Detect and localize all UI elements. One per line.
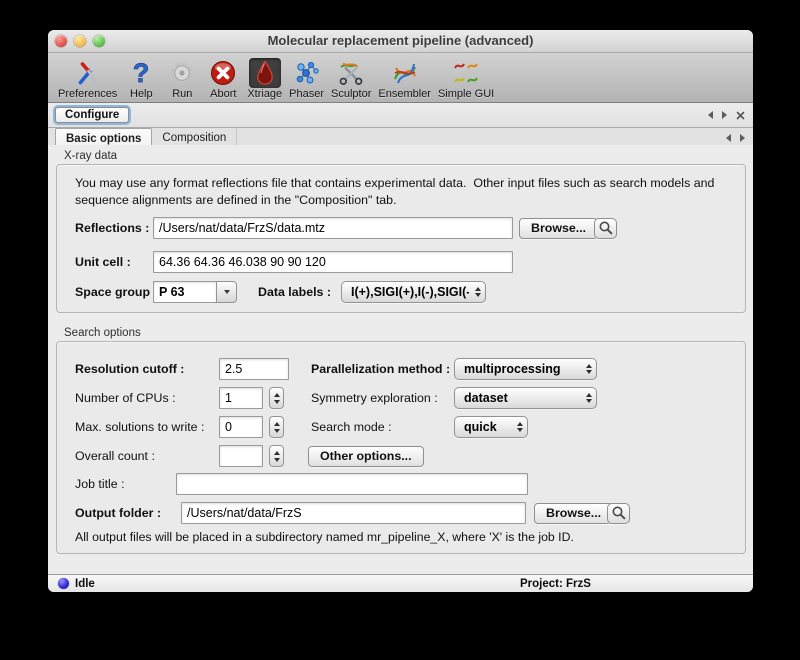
project-label: Project: FrzS	[520, 578, 591, 590]
tools-icon	[72, 58, 104, 88]
toolbar-item-label: Phaser	[289, 88, 324, 100]
reflections-label: Reflections :	[75, 217, 149, 239]
symmetry-exploration-popup[interactable]: dataset	[454, 387, 597, 409]
document-tab-bar: Configure	[48, 103, 753, 128]
space-group-combobox[interactable]: P 63	[153, 281, 237, 303]
magnifier-icon	[598, 220, 614, 236]
other-options-button[interactable]: Other options...	[308, 446, 424, 467]
unit-cell-input[interactable]	[153, 251, 513, 273]
overall-count-stepper[interactable]	[269, 445, 284, 467]
max-solutions-input[interactable]	[219, 416, 263, 438]
help-icon: ?	[125, 58, 157, 88]
search-mode-popup[interactable]: quick	[454, 416, 528, 438]
document-tab-configure[interactable]: Configure	[55, 107, 129, 123]
mini-ribbons-icon	[450, 58, 482, 88]
abort-icon	[207, 58, 239, 88]
toolbar-item-label: Simple GUI	[438, 88, 494, 100]
app-window: Molecular replacement pipeline (advanced…	[48, 30, 753, 592]
resolution-cutoff-label: Resolution cutoff :	[75, 358, 184, 380]
job-title-label: Job title :	[75, 473, 125, 495]
toolbar-item-abort[interactable]: Abort	[206, 58, 240, 100]
search-mode-label: Search mode :	[311, 416, 392, 438]
xray-description-line1: You may use any format reflections file …	[75, 175, 714, 192]
number-of-cpus-label: Number of CPUs :	[75, 387, 176, 409]
toolbar-item-run[interactable]: Run	[165, 58, 199, 100]
chevron-down-icon[interactable]	[216, 281, 237, 303]
output-folder-label: Output folder :	[75, 502, 161, 524]
max-solutions-stepper[interactable]	[269, 416, 284, 438]
toolbar-item-phaser[interactable]: Phaser	[289, 58, 324, 100]
parallelization-method-popup[interactable]: multiprocessing	[454, 358, 597, 380]
xray-description-line2: sequence alignments are defined in the "…	[75, 192, 397, 209]
basic-options-panel: X-ray data You may use any format reflec…	[48, 145, 753, 575]
toolbar-item-label: Ensembler	[378, 88, 431, 100]
status-text: Idle	[75, 578, 95, 590]
number-of-cpus-stepper[interactable]	[269, 387, 284, 409]
updown-arrows-icon	[475, 287, 481, 297]
output-folder-input[interactable]	[181, 502, 526, 524]
close-tab-icon[interactable]	[736, 111, 745, 120]
xray-group-box: You may use any format reflections file …	[56, 164, 746, 313]
toolbar-item-sculptor[interactable]: Sculptor	[331, 58, 371, 100]
data-labels-popup[interactable]: I(+),SIGI(+),I(-),SIGI(-)	[341, 281, 486, 303]
toolbar-item-label: Help	[130, 88, 153, 100]
search-mode-value: quick	[464, 420, 511, 434]
scroll-tabs-right-icon[interactable]	[722, 111, 727, 119]
toolbar: Preferences ? Help Run	[48, 53, 753, 103]
magnifier-icon	[611, 505, 627, 521]
output-folder-view-button[interactable]	[607, 503, 630, 524]
toolbar-item-label: Sculptor	[331, 88, 371, 100]
space-group-label: Space group :	[75, 281, 158, 303]
unit-cell-label: Unit cell :	[75, 251, 131, 273]
space-group-value: P 63	[153, 281, 217, 303]
droplet-icon	[249, 58, 281, 88]
svg-text:?: ?	[133, 59, 150, 87]
symmetry-exploration-label: Symmetry exploration :	[311, 387, 438, 409]
toolbar-item-label: Abort	[210, 88, 236, 100]
updown-arrows-icon	[517, 422, 523, 432]
toolbar-item-ensembler[interactable]: Ensembler	[378, 58, 431, 100]
molecule-icon	[291, 58, 323, 88]
job-title-input[interactable]	[176, 473, 528, 495]
toolbar-item-xtriage[interactable]: Xtriage	[247, 58, 282, 100]
overall-count-input[interactable]	[219, 445, 263, 467]
search-group-box: Resolution cutoff : Parallelization meth…	[56, 341, 746, 554]
data-labels-label: Data labels :	[258, 281, 331, 303]
gear-icon	[166, 58, 198, 88]
toolbar-item-label: Run	[172, 88, 192, 100]
parallelization-method-label: Parallelization method :	[311, 358, 450, 380]
data-labels-value: I(+),SIGI(+),I(-),SIGI(-)	[351, 285, 469, 299]
toolbar-item-label: Xtriage	[247, 88, 282, 100]
output-note: All output files will be placed in a sub…	[75, 530, 574, 544]
reflections-input[interactable]	[153, 217, 513, 239]
xray-group-label: X-ray data	[64, 150, 753, 162]
scissors-icon	[335, 58, 367, 88]
title-bar: Molecular replacement pipeline (advanced…	[48, 30, 753, 53]
toolbar-item-preferences[interactable]: Preferences	[58, 58, 117, 100]
status-bar: Idle Project: FrzS	[48, 574, 753, 592]
reflections-browse-button[interactable]: Browse...	[519, 218, 598, 239]
toolbar-item-simple-gui[interactable]: Simple GUI	[438, 58, 494, 100]
toolbar-item-help[interactable]: ? Help	[124, 58, 158, 100]
updown-arrows-icon	[586, 393, 592, 403]
symmetry-exploration-value: dataset	[464, 391, 580, 405]
parallelization-method-value: multiprocessing	[464, 362, 580, 376]
scroll-pages-left-icon[interactable]	[726, 134, 731, 142]
resolution-cutoff-input[interactable]	[219, 358, 289, 380]
overall-count-label: Overall count :	[75, 445, 155, 467]
number-of-cpus-input[interactable]	[219, 387, 263, 409]
search-group-label: Search options	[64, 327, 753, 339]
scroll-pages-right-icon[interactable]	[740, 134, 745, 142]
ribbons-icon	[389, 58, 421, 88]
reflections-view-button[interactable]	[594, 218, 617, 239]
scroll-tabs-left-icon[interactable]	[708, 111, 713, 119]
max-solutions-label: Max. solutions to write :	[75, 416, 204, 438]
window-title: Molecular replacement pipeline (advanced…	[48, 33, 753, 48]
status-indicator-icon	[58, 578, 69, 589]
output-folder-browse-button[interactable]: Browse...	[534, 503, 613, 524]
updown-arrows-icon	[586, 364, 592, 374]
toolbar-item-label: Preferences	[58, 88, 117, 100]
